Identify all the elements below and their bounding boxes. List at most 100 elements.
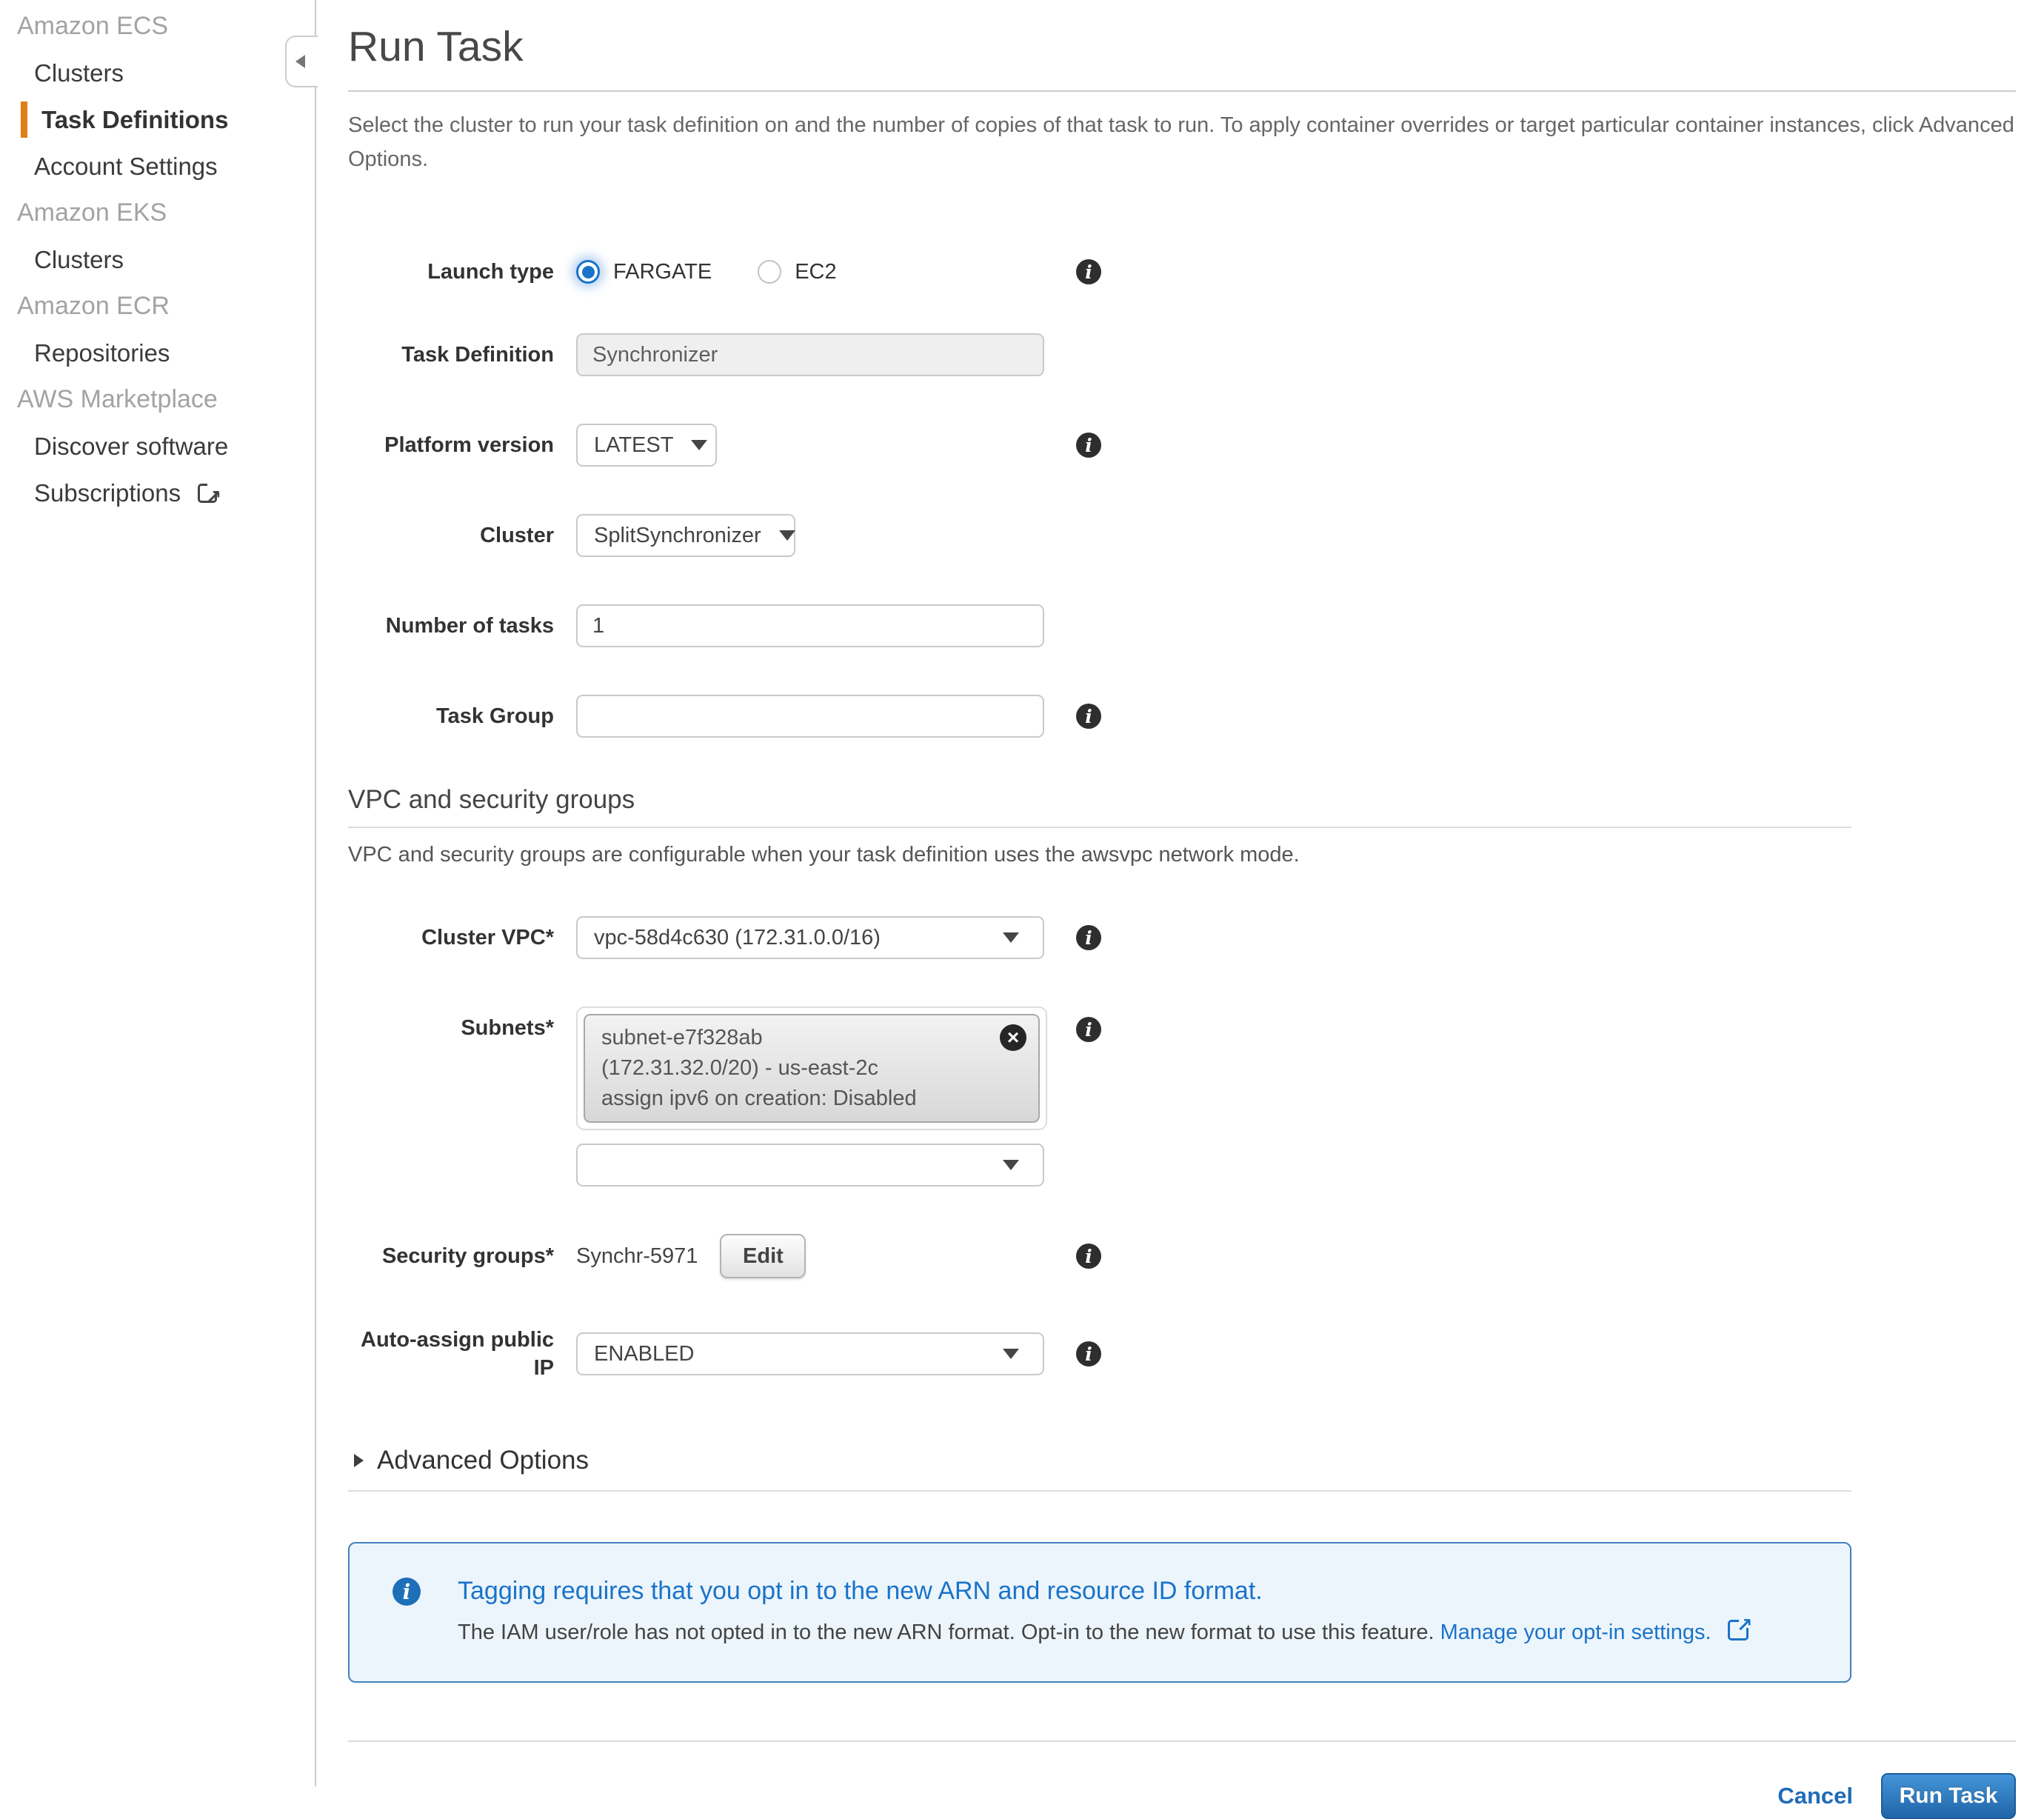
form-row-number-of-tasks: Number of tasks (348, 604, 2016, 647)
cluster-vpc-info-icon[interactable]: i (1076, 925, 1101, 950)
run-task-form: Launch type FARGATE EC2 i Task Definitio… (348, 258, 2016, 738)
auto-assign-ip-value: ENABLED (594, 1342, 694, 1366)
security-group-value: Synchr-5971 (576, 1244, 698, 1269)
advanced-options-toggle[interactable]: Advanced Options (348, 1446, 2016, 1475)
chevron-down-icon (779, 530, 795, 541)
run-task-button[interactable]: Run Task (1881, 1773, 2016, 1819)
edit-security-groups-button[interactable]: Edit (720, 1234, 806, 1278)
vpc-section-heading: VPC and security groups (348, 785, 1851, 828)
subnet-chip: subnet-e7f328ab (172.31.32.0/20) - us-ea… (584, 1014, 1040, 1123)
sidebar-item-subscriptions[interactable]: Subscriptions (0, 470, 315, 516)
task-definition-input[interactable] (576, 333, 1044, 376)
task-group-info-icon[interactable]: i (1076, 704, 1101, 729)
sidebar-item-label: Task Definitions (41, 106, 228, 133)
number-of-tasks-label: Number of tasks (348, 612, 576, 640)
chevron-down-icon (1003, 1160, 1019, 1170)
radio-dot (582, 266, 595, 278)
platform-version-label: Platform version (348, 431, 576, 459)
sidebar-item-account-settings[interactable]: Account Settings (0, 143, 315, 190)
cluster-value: SplitSynchronizer (594, 524, 761, 548)
active-indicator-bar (21, 101, 27, 138)
form-row-launch-type: Launch type FARGATE EC2 i (348, 258, 2016, 286)
ec2-radio-label: EC2 (795, 260, 836, 284)
subnet-id: subnet-e7f328ab (601, 1023, 1022, 1053)
sidebar-item-ecs-clusters[interactable]: Clusters (0, 50, 315, 96)
sidebar-header-aws-marketplace: AWS Marketplace (0, 376, 315, 423)
sidebar-collapse-button[interactable] (285, 36, 318, 87)
chevron-down-icon (1003, 1349, 1019, 1359)
chevron-down-icon (691, 440, 707, 450)
auto-assign-ip-dropdown[interactable]: ENABLED (576, 1332, 1044, 1375)
footer-divider (348, 1740, 2016, 1742)
auto-assign-ip-info-icon[interactable]: i (1076, 1341, 1101, 1366)
main-content: Run Task Select the cluster to run your … (348, 0, 2016, 1819)
form-row-cluster-vpc: Cluster VPC* vpc-58d4c630 (172.31.0.0/16… (348, 916, 2016, 959)
alert-message: The IAM user/role has not opted in to th… (458, 1621, 1435, 1644)
advanced-options-label: Advanced Options (377, 1446, 589, 1475)
page-description: Select the cluster to run your task defi… (348, 108, 2016, 176)
chevron-down-icon (1003, 932, 1019, 943)
external-link-icon (1728, 1620, 1749, 1641)
external-link-icon (198, 484, 217, 503)
form-row-cluster: Cluster SplitSynchronizer (348, 514, 2016, 557)
task-definition-label: Task Definition (348, 341, 576, 369)
cluster-vpc-value: vpc-58d4c630 (172.31.0.0/16) (594, 926, 881, 950)
platform-version-value: LATEST (594, 433, 673, 458)
sidebar-item-eks-clusters[interactable]: Clusters (0, 236, 315, 283)
collapse-left-icon (295, 55, 305, 68)
sidebar-item-task-definitions[interactable]: Task Definitions (0, 96, 315, 143)
security-groups-label: Security groups* (348, 1242, 576, 1270)
sidebar-header-amazon-eks: Amazon EKS (0, 190, 315, 236)
alert-body: Tagging requires that you opt in to the … (458, 1575, 1749, 1647)
platform-version-dropdown[interactable]: LATEST (576, 424, 717, 467)
cluster-vpc-dropdown[interactable]: vpc-58d4c630 (172.31.0.0/16) (576, 916, 1044, 959)
sidebar: Amazon ECS Clusters Task Definitions Acc… (0, 0, 316, 1786)
cluster-dropdown[interactable]: SplitSynchronizer (576, 514, 795, 557)
task-group-label: Task Group (348, 702, 576, 730)
subnets-info-icon[interactable]: i (1076, 1017, 1101, 1042)
fargate-radio-label: FARGATE (613, 260, 712, 284)
add-subnet-dropdown[interactable] (576, 1144, 1044, 1186)
number-of-tasks-input[interactable] (576, 604, 1044, 647)
info-icon: i (393, 1578, 421, 1606)
form-row-platform-version: Platform version LATEST i (348, 424, 2016, 467)
form-row-auto-assign-ip: Auto-assign public IP ENABLED i (348, 1326, 2016, 1382)
fargate-radio[interactable] (576, 260, 600, 284)
auto-assign-ip-label: Auto-assign public IP (348, 1326, 576, 1382)
sidebar-header-amazon-ecs: Amazon ECS (0, 3, 315, 50)
alert-text: The IAM user/role has not opted in to th… (458, 1618, 1749, 1647)
chevron-right-icon (354, 1454, 364, 1467)
tagging-info-alert: i Tagging requires that you opt in to th… (348, 1542, 1851, 1683)
subnet-cidr-az: (172.31.32.0/20) - us-east-2c (601, 1053, 1022, 1084)
form-row-security-groups: Security groups* Synchr-5971 Edit i (348, 1234, 2016, 1278)
launch-type-radio-group: FARGATE EC2 (576, 260, 883, 284)
page-title: Run Task (348, 22, 2016, 71)
ec2-radio[interactable] (758, 260, 781, 284)
subnets-field: subnet-e7f328ab (172.31.32.0/20) - us-ea… (576, 1007, 1047, 1186)
subnets-selected-list: subnet-e7f328ab (172.31.32.0/20) - us-ea… (576, 1007, 1047, 1130)
sidebar-item-label: Subscriptions (34, 479, 181, 507)
subnet-ipv6-note: assign ipv6 on creation: Disabled (601, 1084, 1022, 1114)
form-row-task-group: Task Group i (348, 695, 2016, 738)
cluster-vpc-label: Cluster VPC* (348, 924, 576, 952)
cluster-label: Cluster (348, 521, 576, 550)
launch-type-info-icon[interactable]: i (1076, 259, 1101, 284)
launch-type-label: Launch type (348, 258, 576, 286)
form-row-subnets: Subnets* subnet-e7f328ab (172.31.32.0/20… (348, 1007, 2016, 1186)
remove-subnet-icon[interactable]: × (1000, 1024, 1026, 1051)
title-divider (348, 90, 2016, 92)
security-groups-info-icon[interactable]: i (1076, 1244, 1101, 1269)
form-row-task-definition: Task Definition (348, 333, 2016, 376)
platform-version-info-icon[interactable]: i (1076, 433, 1101, 458)
footer-actions: Cancel Run Task (348, 1773, 2016, 1819)
vpc-section-description: VPC and security groups are configurable… (348, 843, 2016, 867)
manage-opt-in-settings-link[interactable]: Manage your opt-in settings. (1440, 1621, 1711, 1644)
advanced-options-divider (348, 1490, 1851, 1492)
subnets-label: Subnets* (348, 1007, 576, 1042)
sidebar-item-discover-software[interactable]: Discover software (0, 423, 315, 470)
task-group-input[interactable] (576, 695, 1044, 738)
sidebar-item-repositories[interactable]: Repositories (0, 330, 315, 376)
cancel-button[interactable]: Cancel (1777, 1783, 1853, 1809)
alert-title: Tagging requires that you opt in to the … (458, 1575, 1749, 1607)
sidebar-header-amazon-ecr: Amazon ECR (0, 283, 315, 330)
